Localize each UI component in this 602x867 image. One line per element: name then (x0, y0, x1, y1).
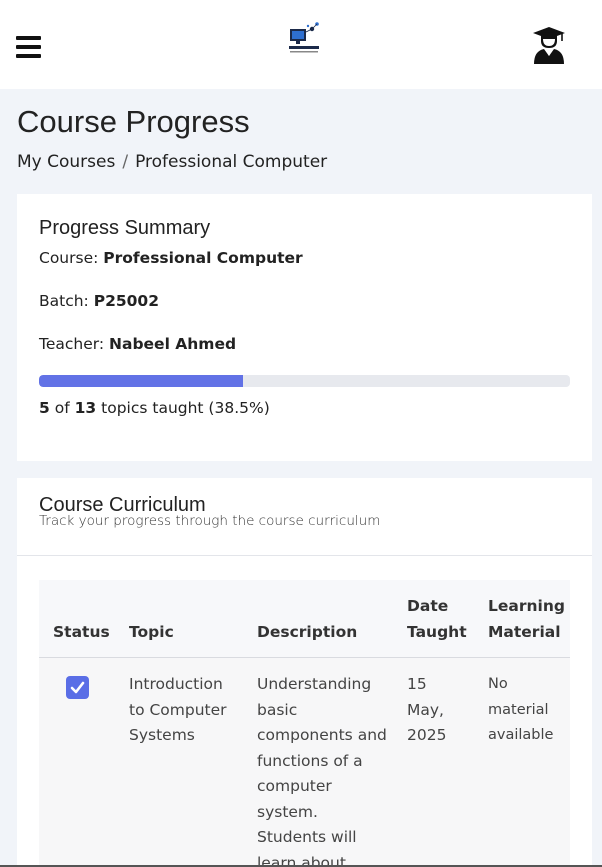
column-date-taught[interactable]: Date Taught (407, 593, 473, 645)
column-topic[interactable]: Topic (129, 619, 174, 645)
progress-bar (39, 375, 570, 387)
breadcrumb: My Courses / Professional Computer (17, 152, 327, 172)
description-cell: Understanding basic components and funct… (257, 675, 387, 867)
column-description[interactable]: Description (257, 619, 357, 645)
topics-total-count: 13 (74, 399, 97, 417)
column-learning-material[interactable]: Learning Material (488, 593, 568, 645)
progress-suffix: topics taught (38.5%) (101, 399, 270, 417)
checkmark-icon (70, 681, 85, 694)
computer-logo-icon[interactable] (285, 20, 325, 60)
status-checkbox[interactable] (66, 676, 89, 699)
curriculum-table: Status Topic Description Date Taught Lea… (39, 580, 570, 867)
hamburger-icon[interactable] (16, 36, 41, 58)
teacher-info: Teacher: Nabeel Ahmed (39, 335, 236, 353)
page-title: Course Progress (17, 104, 250, 139)
divider (17, 555, 592, 556)
curriculum-subtitle: Track your progress through the course c… (39, 513, 381, 529)
breadcrumb-separator: / (122, 152, 129, 172)
date-taught-cell: 15 May, 2025 (407, 675, 447, 744)
course-curriculum-card: Course Curriculum Track your progress th… (17, 478, 592, 867)
table-header: Status Topic Description Date Taught Lea… (39, 580, 570, 658)
progress-text: 5 of 13 topics taught (38.5%) (39, 399, 270, 417)
breadcrumb-current: Professional Computer (135, 152, 328, 172)
batch-info: Batch: P25002 (39, 292, 159, 310)
learning-material-cell: No material available (488, 676, 554, 743)
course-value: Professional Computer (103, 249, 303, 267)
breadcrumb-my-courses[interactable]: My Courses (17, 152, 115, 172)
of-text: of (54, 399, 70, 417)
topic-cell: Introduction to Computer Systems (129, 675, 227, 744)
course-info: Course: Professional Computer (39, 249, 303, 267)
top-bar (0, 0, 602, 89)
course-label: Course: (39, 249, 99, 267)
graduate-avatar-icon[interactable] (532, 26, 566, 64)
teacher-value: Nabeel Ahmed (109, 335, 237, 353)
batch-value: P25002 (93, 292, 160, 310)
batch-label: Batch: (39, 292, 89, 310)
progress-summary-title: Progress Summary (39, 217, 211, 239)
progress-bar-fill (39, 375, 244, 387)
topics-taught-count: 5 (39, 399, 50, 417)
teacher-label: Teacher: (39, 335, 105, 353)
column-status[interactable]: Status (53, 619, 110, 645)
progress-summary-card: Progress Summary Course: Professional Co… (17, 194, 592, 461)
